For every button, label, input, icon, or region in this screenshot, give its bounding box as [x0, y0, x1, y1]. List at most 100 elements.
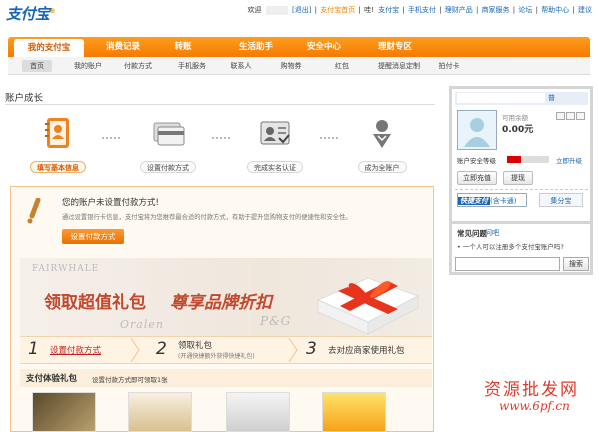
top-link-alipay[interactable]: 支付宝	[378, 6, 399, 14]
subnav-payment[interactable]: 付款方式	[118, 60, 158, 72]
mail-icon[interactable]	[566, 112, 575, 120]
notice-title: 您的账户未设置付款方式!	[62, 198, 159, 208]
top-link-forum[interactable]: 论坛	[518, 6, 532, 14]
main-nav: 我的支付宝 消费记录 转账 生活助手 安全中心 理财专区	[8, 37, 590, 57]
step-label-realname: 完成实名认证	[247, 161, 303, 173]
step-full-account[interactable]: 成为全账户	[337, 114, 427, 173]
recharge-button[interactable]: 立即充值	[457, 171, 497, 185]
tab-security[interactable]: 安全中心	[291, 37, 357, 57]
upgrade-security-link[interactable]: 立即升级	[556, 155, 582, 165]
top-link-help[interactable]: 帮助中心	[541, 6, 569, 14]
user-check-icon	[362, 114, 402, 154]
withdraw-button[interactable]: 提现	[503, 171, 533, 185]
promo-step-number-1: 1	[28, 339, 39, 359]
banner-headline-gift: 领取超值礼包	[44, 293, 146, 313]
brand-logo-fairwhale: FAIRWHALE	[32, 264, 100, 274]
account-level-badge: 普	[548, 94, 555, 102]
top-link-home[interactable]: 支付宝首页	[320, 6, 355, 14]
chevron-right-icon	[130, 337, 140, 363]
step-connector	[320, 137, 338, 139]
step-realname[interactable]: 完成实名认证	[230, 114, 320, 173]
subnav-redpacket[interactable]: 红包	[330, 60, 354, 72]
brand-logo-oralen: Oralen	[120, 318, 164, 331]
ask-link[interactable]: 问吧	[485, 228, 499, 238]
id-card-icon	[255, 114, 295, 154]
avatar[interactable]	[457, 110, 497, 150]
subnav-home[interactable]: 首页	[22, 60, 52, 72]
security-level-bar	[507, 156, 549, 163]
account-name-masked	[457, 93, 545, 103]
quick-pay-logo: 快捷支付	[458, 197, 490, 205]
user-avatar-icon	[464, 118, 490, 147]
top-link-mobile[interactable]: 手机支付	[408, 6, 436, 14]
faq-search-input[interactable]	[455, 257, 560, 271]
gift-header-row	[20, 369, 432, 387]
tab-consumption[interactable]: 消费记录	[88, 37, 158, 57]
tab-my-alipay[interactable]: 我的支付宝	[14, 39, 84, 57]
certificate-icon[interactable]	[576, 112, 585, 120]
faq-title: 常见问题	[457, 229, 487, 238]
brand-logo-pg: P&G	[260, 314, 292, 328]
promo-step-claim-note: (开通快捷额外获得快捷礼包)	[178, 353, 255, 360]
mobile-icon[interactable]	[556, 112, 565, 120]
gift-thumb-3[interactable]	[226, 392, 290, 432]
security-level-fill	[507, 156, 521, 163]
step-connector	[102, 137, 120, 139]
subnav-contacts[interactable]: 联系人	[226, 60, 256, 72]
subnav-account[interactable]: 我的账户	[68, 60, 108, 72]
banner-headline-discount: 尊享品牌折扣	[170, 293, 272, 313]
gift-box-icon	[316, 277, 420, 335]
step-basic-info[interactable]: 填写基本信息	[13, 114, 103, 173]
section-divider	[5, 104, 435, 105]
step-label-basic-info: 填写基本信息	[30, 161, 86, 173]
account-icons	[556, 112, 586, 122]
tab-transfer[interactable]: 转账	[158, 37, 208, 57]
top-links: 欢迎 [退出] | 支付宝首页 | 哇! 支付宝 | 手机支付 | 理财产品 |…	[247, 5, 592, 15]
promo-step-set-payment-link[interactable]: 设置付款方式	[50, 344, 101, 356]
top-link-finance[interactable]: 理财产品	[445, 6, 473, 14]
faq-search-button[interactable]: 搜索	[563, 257, 589, 271]
promo-step-claim: 领取礼包	[178, 341, 213, 351]
exclamation-icon	[24, 197, 46, 224]
subnav-mobile[interactable]: 手机服务	[172, 60, 212, 72]
set-payment-method-button[interactable]: 设置付款方式	[62, 229, 124, 244]
quick-pay-link[interactable]: 快捷支付 (含卡通)	[457, 193, 527, 207]
subnav-reminders[interactable]: 提醒消息定制	[368, 60, 430, 72]
section-title-growth: 账户成长	[5, 93, 44, 104]
step-label-full-account: 成为全账户	[357, 161, 407, 173]
top-link-merchant[interactable]: 商家服务	[482, 6, 510, 14]
notice-description: 通过设置银行卡信息，支付宝将为您推荐最合适的付款方式，有助于提升您购物支付的便捷…	[62, 214, 352, 221]
tab-life[interactable]: 生活助手	[223, 37, 289, 57]
step-connector	[212, 137, 230, 139]
user-name-masked	[265, 5, 288, 15]
gift-thumb-2[interactable]	[128, 392, 192, 432]
top-link-wa[interactable]: 哇!	[364, 6, 374, 14]
faq-item[interactable]: • 一个人可以注册多个支付宝账户吗?	[457, 241, 564, 251]
gift-thumb-4[interactable]	[322, 392, 386, 432]
sub-nav: 首页 我的账户 付款方式 手机服务 联系人 购物券 红包 提醒消息定制 拍付卡	[8, 57, 590, 75]
subnav-coupons[interactable]: 购物券	[276, 60, 306, 72]
points-link[interactable]: 集分宝	[539, 193, 583, 207]
security-level-label: 账户安全等级	[457, 157, 496, 165]
top-link-suggest[interactable]: 建议	[578, 6, 592, 14]
step-label-payment-method: 设置付款方式	[140, 161, 196, 173]
gift-thumb-1[interactable]	[32, 392, 96, 432]
chevron-right-icon	[288, 337, 298, 363]
watermark-url: www.6pf.cn	[499, 399, 570, 413]
gift-subtitle: 设置付款方式即可领取1张	[92, 376, 168, 384]
account-header: 普	[455, 92, 588, 105]
promo-step-number-3: 3	[306, 339, 317, 359]
top-bar: 支付宝® 欢迎 [退出] | 支付宝首页 | 哇! 支付宝 | 手机支付 | 理…	[0, 0, 599, 34]
quick-pay-note: (含卡通)	[490, 197, 517, 205]
subnav-card[interactable]: 拍付卡	[434, 60, 464, 72]
alipay-logo[interactable]: 支付宝®	[6, 3, 55, 24]
contact-book-icon	[38, 114, 78, 154]
watermark-text: 资源批发网	[484, 380, 579, 400]
gift-banner[interactable]: FAIRWHALE Oralen P&G 领取超值礼包 尊享品牌折扣	[20, 258, 432, 336]
promo-step-number-2: 2	[156, 339, 167, 359]
step-payment-method[interactable]: 设置付款方式	[123, 114, 213, 173]
bank-card-icon	[148, 114, 188, 154]
logout-link[interactable]: [退出]	[292, 6, 311, 14]
available-balance-label: 可用余额	[502, 114, 528, 122]
tab-finance[interactable]: 理财专区	[362, 37, 428, 57]
